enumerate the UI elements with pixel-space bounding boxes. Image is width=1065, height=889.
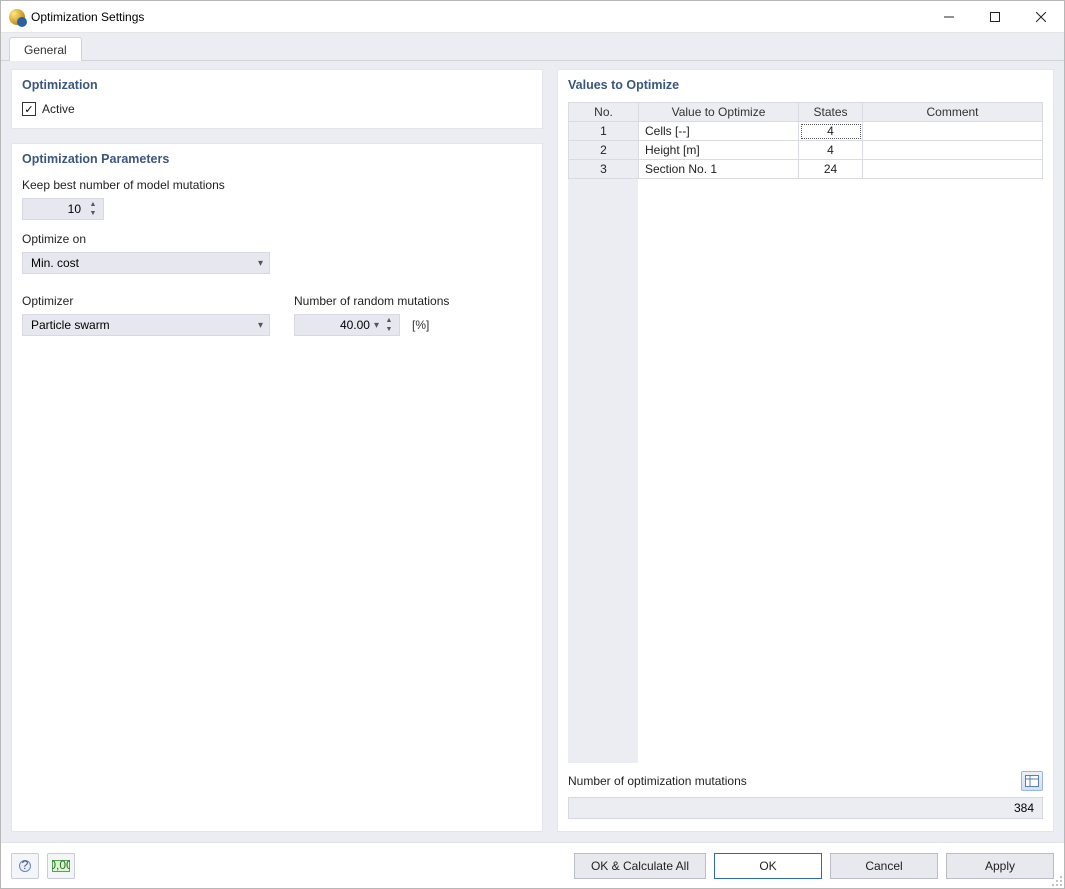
footer: ? 0,00 OK & Calculate All OK Cancel Appl… xyxy=(1,842,1064,888)
tabbar: General xyxy=(1,33,1064,61)
minimize-button[interactable] xyxy=(926,1,972,32)
optimize-on-label: Optimize on xyxy=(22,232,532,246)
table-header-row: No. Value to Optimize States Comment xyxy=(569,103,1043,122)
values-title: Values to Optimize xyxy=(568,78,1043,92)
ok-button[interactable]: OK xyxy=(714,853,822,879)
close-button[interactable] xyxy=(1018,1,1064,32)
optimization-parameters-panel: Optimization Parameters Keep best number… xyxy=(11,143,543,832)
help-button[interactable]: ? xyxy=(11,853,39,879)
app-icon xyxy=(9,9,25,25)
keep-best-spinner[interactable]: 10 ▲ ▼ xyxy=(22,198,104,220)
titlebar: Optimization Settings xyxy=(1,1,1064,33)
chevron-down-icon: ▾ xyxy=(258,258,263,269)
svg-text:0,00: 0,00 xyxy=(52,860,70,872)
right-column: Values to Optimize No. Value to Optimize… xyxy=(557,69,1054,832)
values-panel: Values to Optimize No. Value to Optimize… xyxy=(557,69,1054,832)
active-checkbox[interactable]: ✓ xyxy=(22,102,36,116)
edit-columns-button[interactable] xyxy=(1021,771,1043,791)
col-no: No. xyxy=(569,103,639,122)
active-label: Active xyxy=(42,102,75,116)
maximize-button[interactable] xyxy=(972,1,1018,32)
resize-grip[interactable] xyxy=(1050,874,1062,886)
optimizer-value: Particle swarm xyxy=(31,318,110,332)
cancel-button[interactable]: Cancel xyxy=(830,853,938,879)
col-comment: Comment xyxy=(863,103,1043,122)
window-title: Optimization Settings xyxy=(31,10,144,24)
chevron-down-icon[interactable]: ▼ xyxy=(87,209,99,218)
apply-button[interactable]: Apply xyxy=(946,853,1054,879)
optimizer-combo[interactable]: Particle swarm ▾ xyxy=(22,314,270,336)
chevron-up-icon[interactable]: ▲ xyxy=(87,200,99,209)
table-row[interactable]: 1 Cells [--] 4 xyxy=(569,122,1043,141)
params-title: Optimization Parameters xyxy=(22,152,532,166)
units-button[interactable]: 0,00 xyxy=(47,853,75,879)
opt-mutations-value: 384 xyxy=(568,797,1043,819)
content: Optimization ✓ Active Optimization Param… xyxy=(11,69,1054,832)
window: Optimization Settings General Optimizati… xyxy=(0,0,1065,889)
content-frame: Optimization ✓ Active Optimization Param… xyxy=(1,61,1064,842)
chevron-up-icon[interactable]: ▲ xyxy=(383,316,395,325)
tab-general[interactable]: General xyxy=(9,37,82,61)
chevron-down-icon[interactable]: ▼ xyxy=(383,325,395,334)
left-column: Optimization ✓ Active Optimization Param… xyxy=(11,69,543,832)
random-mutations-unit: [%] xyxy=(412,318,429,332)
optimization-title: Optimization xyxy=(22,78,532,92)
random-mutations-label: Number of random mutations xyxy=(294,294,449,308)
random-mutations-value: 40.00 xyxy=(303,318,374,332)
col-states: States xyxy=(799,103,863,122)
random-mutations-spinner[interactable]: 40.00 ▾ ▲ ▼ xyxy=(294,314,400,336)
optimizer-label: Optimizer xyxy=(22,294,270,308)
table-row[interactable]: 3 Section No. 1 24 xyxy=(569,160,1043,179)
keep-best-label: Keep best number of model mutations xyxy=(22,178,532,192)
chevron-down-icon: ▾ xyxy=(258,320,263,331)
keep-best-value: 10 xyxy=(31,202,87,216)
table-empty-area xyxy=(568,179,1043,763)
opt-mutations-label: Number of optimization mutations xyxy=(568,774,747,788)
optimize-on-combo[interactable]: Min. cost ▾ xyxy=(22,252,270,274)
ok-calculate-all-button[interactable]: OK & Calculate All xyxy=(574,853,706,879)
table-row[interactable]: 2 Height [m] 4 xyxy=(569,141,1043,160)
optimize-on-value: Min. cost xyxy=(31,256,79,270)
chevron-down-icon: ▾ xyxy=(374,320,379,331)
svg-text:?: ? xyxy=(22,859,29,872)
col-value: Value to Optimize xyxy=(639,103,799,122)
optimization-panel: Optimization ✓ Active xyxy=(11,69,543,129)
values-table[interactable]: No. Value to Optimize States Comment 1 C… xyxy=(568,102,1043,179)
